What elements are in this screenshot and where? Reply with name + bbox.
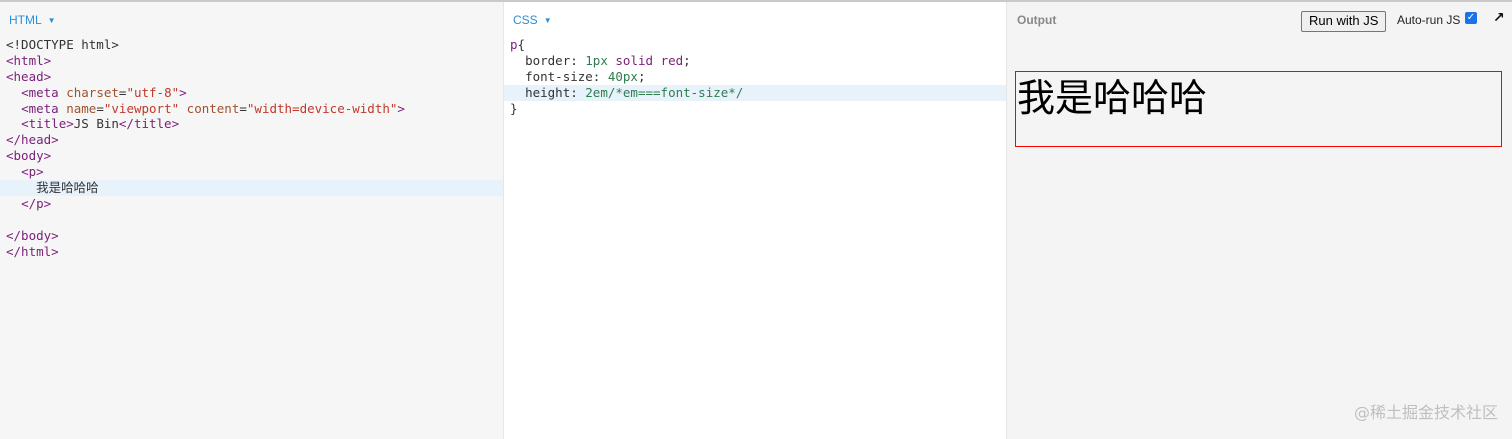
css-panel: CSS ▼ p{ border: 1px solid red; font-size… — [504, 2, 1007, 439]
run-with-js-button[interactable]: Run with JS — [1301, 11, 1387, 32]
css-comment: /*em===font-size*/ — [607, 84, 744, 100]
code-line: <!DOCTYPE html> — [0, 37, 503, 53]
html-open-tag: <html> — [6, 52, 52, 68]
head-open-tag: <head> — [6, 68, 52, 84]
css-keyword: red — [660, 52, 684, 68]
chevron-down-icon[interactable]: ▼ — [48, 16, 56, 25]
css-selector: p — [510, 37, 518, 52]
code-line-active: 我是哈哈哈 — [0, 180, 503, 196]
attr-name: charset — [66, 84, 119, 100]
code-line: </head> — [0, 132, 503, 148]
tag-close: > — [179, 84, 187, 100]
watermark: @稀土掘金技术社区 — [1353, 403, 1498, 422]
css-property: height: — [525, 84, 578, 100]
css-editor[interactable]: p{ border: 1px solid red; font-size: 40p… — [504, 37, 1006, 116]
p-close-tag: </p> — [21, 195, 52, 211]
doctype: <!DOCTYPE html> — [6, 37, 119, 52]
p-open-tag: <p> — [21, 164, 44, 180]
code-line: <meta name="viewport" content="width=dev… — [0, 101, 503, 117]
code-line: <title>JS Bin</title> — [0, 116, 503, 132]
html-panel-tab[interactable]: HTML ▼ — [9, 13, 56, 27]
autorun-checkbox[interactable]: ✓ — [1465, 12, 1477, 24]
code-line: <head> — [0, 69, 503, 85]
html-editor[interactable]: <!DOCTYPE html> <html> <head> <meta char… — [0, 37, 503, 259]
open-brace: { — [517, 37, 526, 52]
body-close-tag: </body> — [6, 227, 59, 243]
attr-value: "utf-8" — [126, 84, 180, 100]
output-panel-title: Output — [1017, 13, 1057, 27]
code-line: <body> — [0, 148, 503, 164]
code-line: font-size: 40px; — [504, 69, 1006, 85]
semicolon: ; — [637, 68, 646, 84]
css-panel-title: CSS — [513, 13, 538, 27]
code-line: border: 1px solid red; — [504, 53, 1006, 69]
code-line: p{ — [504, 37, 1006, 53]
semicolon: ; — [683, 52, 691, 68]
title-close-tag: </title> — [118, 116, 180, 132]
attr-value: "width=device-width" — [246, 100, 398, 116]
attr-value: "viewport" — [103, 100, 180, 116]
html-panel-title: HTML — [9, 13, 42, 27]
title-open-tag: <title> — [21, 116, 74, 132]
output-panel: Output Run with JS Auto-run JS ✓ ↗ 我是哈哈哈… — [1007, 2, 1512, 439]
meta-tag: <meta — [21, 84, 59, 100]
css-property: font-size: — [525, 68, 601, 84]
meta-tag: <meta — [21, 100, 59, 116]
code-line: </p> — [0, 196, 503, 212]
tag-close: > — [397, 100, 405, 116]
code-line: </body> — [0, 228, 503, 244]
css-number: 40px — [607, 68, 638, 84]
code-line: <p> — [0, 164, 503, 180]
css-number: 2em — [585, 84, 608, 100]
p-text: 我是哈哈哈 — [36, 180, 99, 196]
body-open-tag: <body> — [6, 148, 52, 164]
code-line: </html> — [0, 244, 503, 260]
code-line: } — [504, 101, 1006, 117]
css-number: 1px — [585, 52, 608, 68]
css-keyword: solid — [615, 52, 654, 68]
close-brace: } — [510, 100, 518, 116]
attr-name: content — [186, 100, 240, 116]
head-close-tag: </head> — [6, 132, 59, 148]
code-line-active: height: 2em/*em===font-size*/ — [504, 84, 1006, 101]
chevron-down-icon[interactable]: ▼ — [544, 16, 552, 25]
html-close-tag: </html> — [6, 243, 59, 259]
attr-name: name — [66, 100, 97, 116]
title-text: JS Bin — [73, 116, 119, 132]
code-line: <html> — [0, 53, 503, 69]
expand-arrow-icon[interactable]: ↗ — [1493, 10, 1505, 26]
equals: = — [239, 100, 247, 116]
rendered-paragraph: 我是哈哈哈 — [1015, 71, 1502, 147]
html-panel: HTML ▼ <!DOCTYPE html> <html> <head> <met… — [0, 2, 504, 439]
css-panel-tab[interactable]: CSS ▼ — [513, 13, 552, 27]
autorun-label: Auto-run JS — [1397, 13, 1461, 27]
equals: = — [96, 100, 104, 116]
code-line: <meta charset="utf-8"> — [0, 85, 503, 101]
checkbox-checked-icon: ✓ — [1466, 12, 1476, 23]
css-property: border: — [525, 52, 578, 68]
